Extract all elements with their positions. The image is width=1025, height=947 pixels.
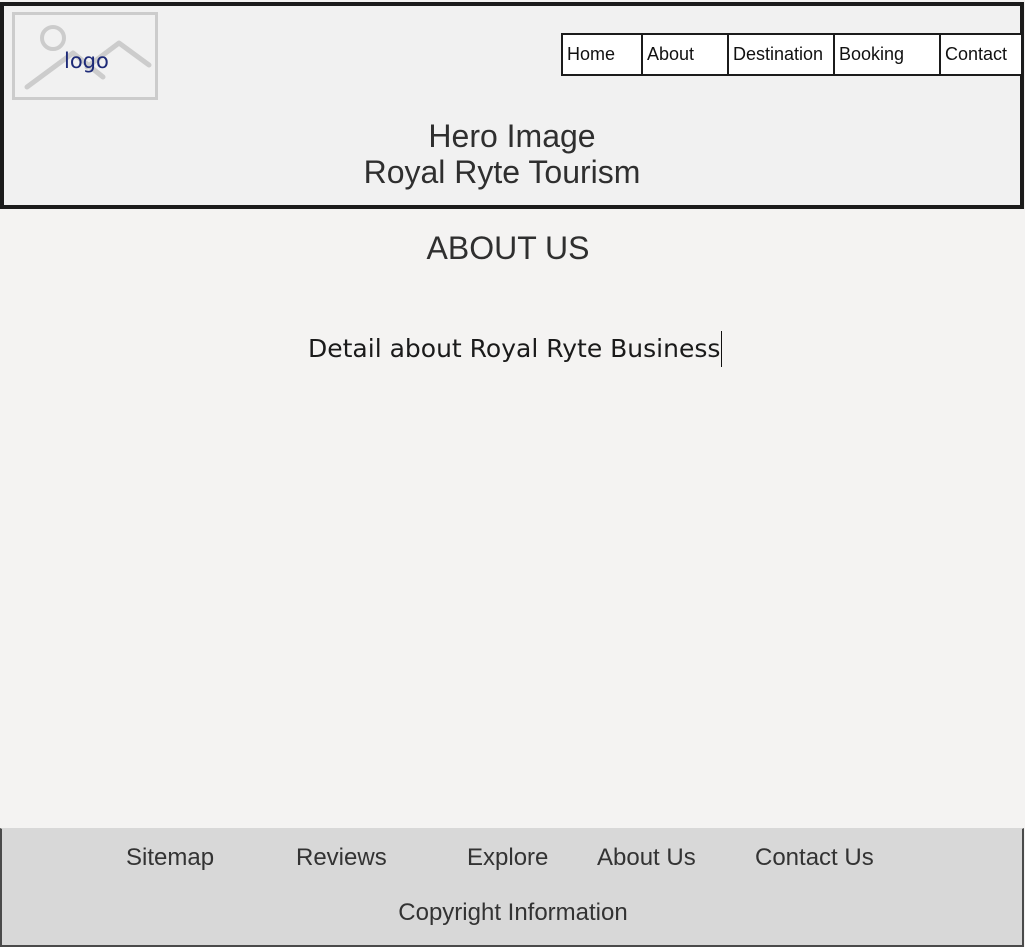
copyright-info: Copyright Information [398, 899, 628, 926]
nav-home[interactable]: Home [563, 35, 643, 74]
site-footer: Sitemap Reviews Explore About Us Contact… [0, 828, 1024, 947]
nav-booking[interactable]: Booking [835, 35, 941, 74]
footer-link-about-us[interactable]: About Us [597, 844, 696, 872]
site-header: logo Home About Destination Booking Cont… [0, 2, 1024, 209]
footer-link-sitemap[interactable]: Sitemap [126, 844, 214, 872]
logo-placeholder[interactable]: logo [12, 12, 158, 100]
nav-about[interactable]: About [643, 35, 729, 74]
logo-text: logo [64, 49, 109, 73]
footer-link-contact-us[interactable]: Contact Us [755, 844, 874, 872]
main-nav: Home About Destination Booking Contact [561, 33, 1023, 76]
about-detail-text: Detail about Royal Ryte Business [308, 334, 721, 363]
about-detail-text-field[interactable]: Detail about Royal Ryte Business [308, 331, 723, 367]
text-cursor [721, 331, 723, 367]
footer-link-explore[interactable]: Explore [467, 844, 548, 872]
footer-link-reviews[interactable]: Reviews [296, 844, 387, 872]
page: logo Home About Destination Booking Cont… [0, 0, 1025, 947]
nav-contact[interactable]: Contact [941, 35, 1021, 74]
about-us-heading: ABOUT US [426, 230, 590, 266]
nav-destination[interactable]: Destination [729, 35, 835, 74]
hero-site-title: Royal Ryte Tourism [363, 154, 641, 190]
hero-image-label: Hero Image [428, 118, 596, 154]
